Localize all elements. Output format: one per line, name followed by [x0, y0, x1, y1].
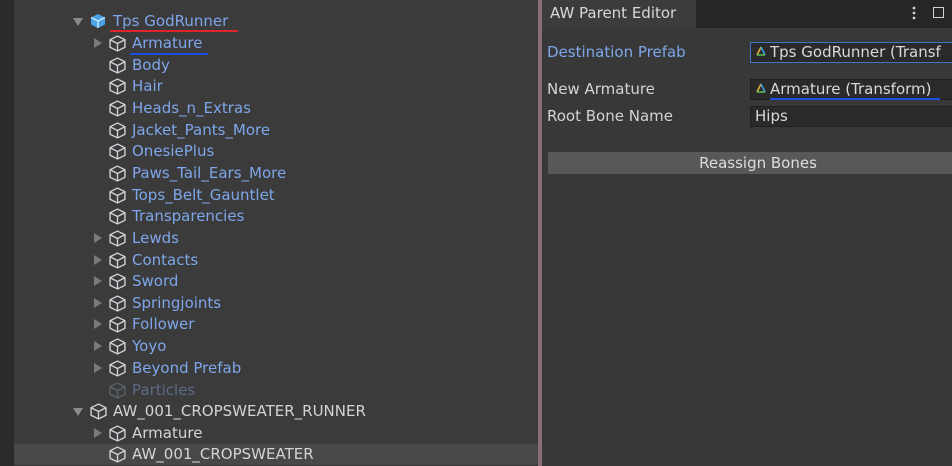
tree-item-body[interactable]: Body [14, 55, 538, 76]
tree-item-label: Springjoints [132, 294, 222, 312]
tree-item-label: Lewds [132, 229, 179, 247]
gameobject-cube-icon [109, 252, 126, 269]
tree-item-label: Contacts [132, 251, 199, 269]
tree-item-label: Tops_Belt_Gauntlet [132, 186, 275, 204]
tree-item-hair[interactable]: Hair [14, 76, 538, 97]
gameobject-cube-icon [109, 446, 126, 463]
red-annotation-underline [110, 30, 238, 32]
tree-item-paws-tail-ears-more[interactable]: Paws_Tail_Ears_More [14, 163, 538, 184]
tree-item-label: Heads_n_Extras [132, 99, 251, 117]
transform-icon [756, 46, 766, 56]
gameobject-cube-icon [109, 57, 126, 74]
collapsed-arrow-icon[interactable] [93, 255, 103, 265]
destination-prefab-field[interactable]: Tps GodRunner (Transf [750, 42, 952, 63]
tree-item-label: OnesiePlus [132, 142, 215, 160]
collapsed-arrow-icon[interactable] [93, 233, 103, 243]
tree-item-label: Body [132, 56, 170, 74]
gameobject-cube-icon [109, 338, 126, 355]
gameobject-cube-icon [109, 78, 126, 95]
tree-item-armature[interactable]: Armature [14, 33, 538, 54]
gameobject-cube-icon [109, 165, 126, 182]
gameobject-cube-icon [109, 208, 126, 225]
destination-prefab-label: Destination Prefab [547, 43, 686, 61]
root-bone-name-value: Hips [755, 107, 788, 125]
tree-item-label: Yoyo [132, 337, 167, 355]
tree-item-transparencies[interactable]: Transparencies [14, 206, 538, 227]
more-options-icon[interactable] [912, 6, 916, 20]
gameobject-cube-icon [109, 425, 126, 442]
new-armature-label: New Armature [547, 80, 655, 98]
gameobject-cube-icon [109, 273, 126, 290]
tree-item-label: Jacket_Pants_More [132, 121, 271, 139]
tree-item-aw-001-cropsweater-runner[interactable]: AW_001_CROPSWEATER_RUNNER [14, 401, 538, 422]
collapsed-arrow-icon[interactable] [93, 363, 103, 373]
tree-item-label: Armature [132, 424, 203, 442]
tree-item-label: Paws_Tail_Ears_More [132, 164, 287, 182]
tree-item-label: AW_001_CROPSWEATER_RUNNER [113, 402, 366, 420]
hierarchy-panel: Tps GodRunner Armature Body Hair Heads_n… [0, 0, 538, 466]
tree-item-label: Hair [132, 77, 163, 95]
tab-label: AW Parent Editor [550, 4, 677, 22]
tree-item-lewds[interactable]: Lewds [14, 228, 538, 249]
collapsed-arrow-icon[interactable] [93, 298, 103, 308]
collapsed-arrow-icon[interactable] [93, 38, 103, 48]
gameobject-cube-icon [109, 382, 126, 399]
tree-item-aw-001-cropsweater[interactable]: AW_001_CROPSWEATER [14, 444, 538, 465]
destination-prefab-value: Tps GodRunner (Transf [770, 43, 941, 61]
tree-item-contacts[interactable]: Contacts [14, 250, 538, 271]
tree-item-tops-belt-gauntlet[interactable]: Tops_Belt_Gauntlet [14, 185, 538, 206]
tree-item-yoyo[interactable]: Yoyo [14, 336, 538, 357]
hierarchy-gutter [0, 0, 14, 466]
tree-item-beyond-prefab[interactable]: Beyond Prefab [14, 358, 538, 379]
gameobject-cube-icon [109, 316, 126, 333]
tree-item-jacket-pants-more[interactable]: Jacket_Pants_More [14, 120, 538, 141]
root-bone-name-field[interactable]: Hips [750, 106, 952, 127]
prefab-cube-icon [90, 13, 106, 29]
tree-item-label: Armature [132, 34, 203, 52]
tree-item-label: Tps GodRunner [113, 12, 229, 30]
gameobject-cube-icon [109, 295, 126, 312]
expand-arrow-icon[interactable] [73, 407, 83, 417]
tree-item-springjoints[interactable]: Springjoints [14, 293, 538, 314]
tree-item-onesieplus[interactable]: OnesiePlus [14, 141, 538, 162]
gameobject-cube-icon [109, 187, 126, 204]
gameobject-cube-icon [109, 100, 126, 117]
transform-icon [756, 83, 766, 93]
blue-annotation-underline [770, 98, 940, 100]
tree-item-label: Sword [132, 272, 179, 290]
tree-item-label: Beyond Prefab [132, 359, 242, 377]
collapsed-arrow-icon[interactable] [93, 428, 103, 438]
reassign-bones-button[interactable]: Reassign Bones [548, 152, 952, 174]
gameobject-cube-icon [109, 143, 126, 160]
tree-item-heads-n-extras[interactable]: Heads_n_Extras [14, 98, 538, 119]
tree-item-label: AW_001_CROPSWEATER [132, 445, 314, 463]
new-armature-field[interactable]: Armature (Transform) [750, 79, 952, 100]
tree-item-label: Particles [132, 381, 196, 399]
tree-item-armature-2[interactable]: Armature [14, 423, 538, 444]
aw-parent-editor-window: AW Parent Editor Destination Prefab Tps … [542, 0, 952, 466]
expand-arrow-icon[interactable] [73, 17, 83, 27]
gameobject-cube-icon [109, 360, 126, 377]
gameobject-cube-icon [109, 35, 126, 52]
maximize-icon[interactable] [933, 7, 944, 18]
tree-item-label: Transparencies [132, 207, 245, 225]
gameobject-cube-icon [90, 403, 107, 420]
gameobject-cube-icon [109, 230, 126, 247]
tree-item-label: Follower [132, 315, 195, 333]
tree-item-particles[interactable]: Particles [14, 380, 538, 401]
collapsed-arrow-icon[interactable] [93, 319, 103, 329]
collapsed-arrow-icon[interactable] [93, 276, 103, 286]
new-armature-value: Armature (Transform) [770, 80, 932, 98]
tree-item-sword[interactable]: Sword [14, 271, 538, 292]
collapsed-arrow-icon[interactable] [93, 341, 103, 351]
tree-item-follower[interactable]: Follower [14, 314, 538, 335]
root-bone-name-label: Root Bone Name [547, 107, 673, 125]
tab-aw-parent-editor[interactable]: AW Parent Editor [542, 0, 696, 28]
gameobject-cube-icon [109, 122, 126, 139]
tree-item-tps-godrunner[interactable]: Tps GodRunner [14, 11, 538, 32]
tab-bar: AW Parent Editor [542, 0, 952, 28]
